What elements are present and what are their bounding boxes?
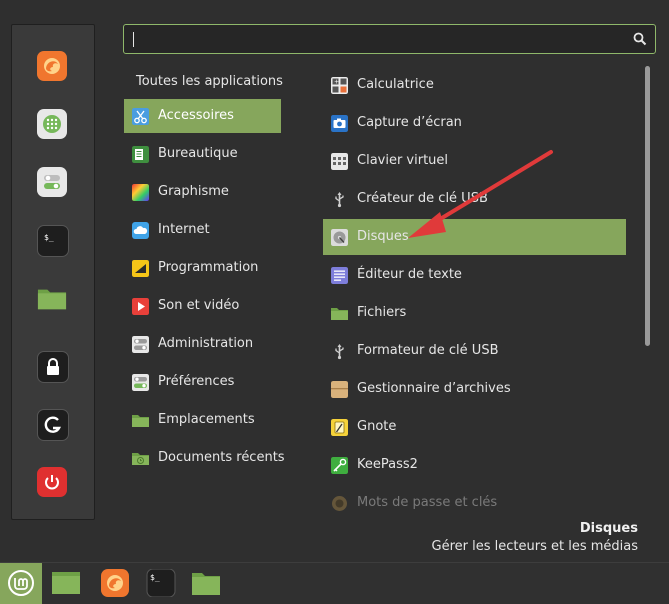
archive-icon	[331, 381, 348, 398]
lock-icon[interactable]	[37, 351, 69, 383]
app-mots-de-passe-et-cles[interactable]: Mots de passe et clés	[323, 485, 626, 521]
files-folder-icon	[192, 573, 220, 595]
terminal-icon: $_	[146, 568, 176, 598]
category-graphisme[interactable]: Graphisme	[124, 175, 281, 209]
category-label: Son et vidéo	[158, 298, 240, 313]
logout-icon[interactable]	[37, 409, 69, 441]
programming-icon	[132, 260, 149, 277]
calculator-icon: +	[331, 77, 348, 94]
category-all-applications[interactable]: Toutes les applications	[136, 74, 283, 89]
software-manager-icon[interactable]	[37, 109, 67, 139]
app-keepass2[interactable]: KeePass2	[323, 447, 626, 483]
taskbar-firefox-button[interactable]	[100, 569, 130, 597]
firefox-icon[interactable]	[37, 51, 67, 81]
usb-icon	[335, 192, 344, 208]
favorites-sidebar: $_	[11, 24, 95, 520]
app-label: Créateur de clé USB	[357, 191, 488, 206]
files-folder-icon[interactable]	[37, 283, 67, 313]
category-label: Documents récents	[158, 450, 285, 465]
app-clavier-virtuel[interactable]: Clavier virtuel	[323, 143, 626, 179]
seahorse-icon	[332, 496, 347, 511]
app-gestionnaire-d-archives[interactable]: Gestionnaire d’archives	[323, 371, 626, 407]
taskbar: $_	[0, 562, 669, 604]
category-emplacements[interactable]: Emplacements	[124, 403, 281, 437]
preferences-toggle-icon	[132, 374, 149, 391]
category-son-et-video[interactable]: Son et vidéo	[124, 289, 281, 323]
folder-icon	[132, 415, 149, 427]
search-box[interactable]	[123, 24, 656, 54]
app-label: Gnote	[357, 419, 397, 434]
power-icon[interactable]	[37, 467, 67, 497]
search-input[interactable]	[130, 29, 624, 51]
text-cursor	[133, 32, 134, 47]
admin-toggle-icon	[132, 336, 149, 353]
svg-text:+: +	[334, 79, 339, 86]
category-label: Bureautique	[158, 146, 238, 161]
category-programmation[interactable]: Programmation	[124, 251, 281, 285]
app-editeur-de-texte[interactable]: Éditeur de texte	[323, 257, 626, 293]
app-createur-de-cle-usb[interactable]: Créateur de clé USB	[323, 181, 626, 217]
camera-icon	[331, 115, 348, 132]
app-label: Formateur de clé USB	[357, 343, 499, 358]
taskbar-files-button[interactable]	[191, 569, 221, 597]
app-calculatrice[interactable]: + Calculatrice	[323, 67, 626, 103]
play-icon	[132, 298, 149, 315]
show-desktop-button[interactable]	[51, 569, 81, 597]
category-label: Internet	[158, 222, 210, 237]
app-label: Disques	[357, 229, 409, 244]
category-preferences[interactable]: Préférences	[124, 365, 281, 399]
app-label: Éditeur de texte	[357, 267, 462, 282]
mint-menu-button[interactable]	[0, 563, 42, 604]
app-gnote[interactable]: Gnote	[323, 409, 626, 445]
category-internet[interactable]: Internet	[124, 213, 281, 247]
category-administration[interactable]: Administration	[124, 327, 281, 361]
category-label: Graphisme	[158, 184, 229, 199]
note-icon	[331, 419, 348, 436]
app-label: Clavier virtuel	[357, 153, 449, 168]
svg-text:$_: $_	[150, 573, 160, 582]
category-label: Administration	[158, 336, 254, 351]
category-accessoires[interactable]: Accessoires	[124, 99, 281, 133]
graphics-icon	[132, 184, 149, 201]
category-label: Accessoires	[158, 108, 234, 123]
keyboard-icon	[331, 153, 348, 170]
category-documents-recents[interactable]: Documents récents	[124, 441, 285, 475]
app-list-scrollbar[interactable]	[645, 66, 650, 346]
disk-icon	[331, 229, 348, 246]
app-formateur-de-cle-usb[interactable]: Formateur de clé USB	[323, 333, 626, 369]
app-label: Calculatrice	[357, 77, 434, 92]
selected-app-description: Gérer les lecteurs et les médias	[431, 539, 638, 554]
svg-text:$_: $_	[44, 233, 54, 242]
folder-icon	[331, 308, 348, 320]
app-disques[interactable]: Disques	[323, 219, 626, 255]
category-label: Préférences	[158, 374, 235, 389]
search-icon	[633, 32, 647, 46]
app-label: Gestionnaire d’archives	[357, 381, 511, 396]
category-label: Programmation	[158, 260, 259, 275]
settings-toggle-icon[interactable]	[37, 167, 67, 197]
cloud-icon	[132, 222, 149, 239]
text-editor-icon	[331, 267, 348, 284]
app-label: Capture d’écran	[357, 115, 462, 130]
usb-icon	[335, 344, 344, 360]
firefox-icon	[101, 569, 129, 597]
category-bureautique[interactable]: Bureautique	[124, 137, 281, 171]
app-label: Fichiers	[357, 305, 407, 320]
terminal-icon[interactable]: $_	[37, 225, 69, 257]
application-menu: $_ Toutes les applications Accessoires B…	[0, 0, 669, 562]
app-fichiers[interactable]: Fichiers	[323, 295, 626, 331]
taskbar-terminal-button[interactable]: $_	[146, 568, 176, 598]
app-capture-d-ecran[interactable]: Capture d’écran	[323, 105, 626, 141]
key-icon	[331, 457, 348, 474]
show-desktop-icon	[52, 572, 80, 594]
office-icon	[132, 146, 149, 163]
scissors-icon	[132, 108, 149, 125]
recent-folder-icon	[132, 453, 149, 465]
app-label: Mots de passe et clés	[357, 495, 498, 510]
category-label: Emplacements	[158, 412, 255, 427]
app-label: KeePass2	[357, 457, 418, 472]
selected-app-title: Disques	[579, 521, 638, 536]
mint-menu-icon	[8, 570, 34, 596]
